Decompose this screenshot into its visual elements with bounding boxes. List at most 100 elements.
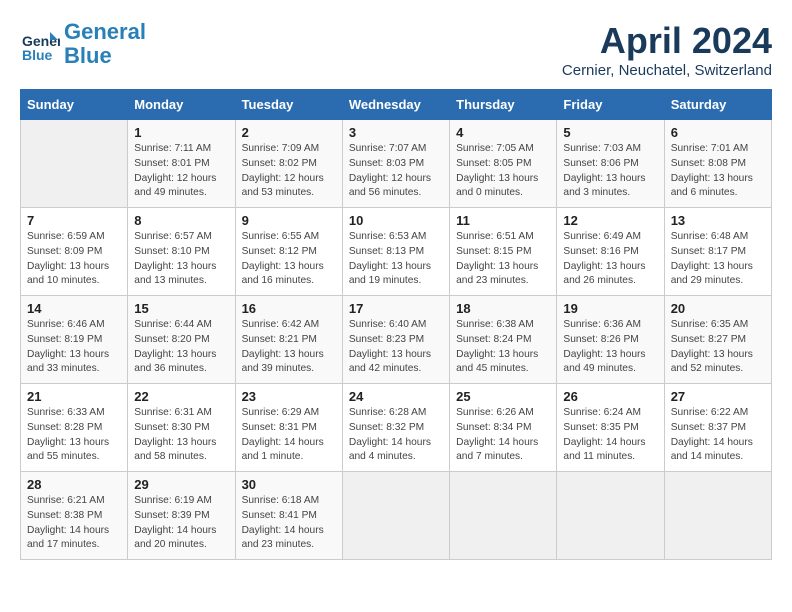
day-info: Sunrise: 6:46 AM Sunset: 8:19 PM Dayligh… (27, 318, 121, 377)
calendar-week-row: 21Sunrise: 6:33 AM Sunset: 8:28 PM Dayli… (21, 384, 772, 472)
day-info: Sunrise: 6:31 AM Sunset: 8:30 PM Dayligh… (134, 406, 228, 465)
day-info: Sunrise: 6:38 AM Sunset: 8:24 PM Dayligh… (456, 318, 550, 377)
day-info: Sunrise: 6:53 AM Sunset: 8:13 PM Dayligh… (349, 230, 443, 289)
day-info: Sunrise: 6:55 AM Sunset: 8:12 PM Dayligh… (242, 230, 336, 289)
day-info: Sunrise: 6:51 AM Sunset: 8:15 PM Dayligh… (456, 230, 550, 289)
day-info: Sunrise: 6:33 AM Sunset: 8:28 PM Dayligh… (27, 406, 121, 465)
day-info: Sunrise: 7:03 AM Sunset: 8:06 PM Dayligh… (563, 142, 657, 201)
calendar-week-row: 28 Sunrise: 6:21 AM Sunset: 8:38 PM Dayli… (21, 472, 772, 560)
calendar-day-cell: 2 Sunrise: 7:09 AM Sunset: 8:02 PM Daylig… (235, 120, 342, 208)
calendar-header-row: SundayMondayTuesdayWednesdayThursdayFrid… (21, 90, 772, 120)
day-number: 23 (242, 389, 336, 404)
logo-text: General Blue (64, 20, 146, 68)
day-info: Sunrise: 6:18 AM Sunset: 8:41 PM Dayligh… (242, 494, 336, 553)
day-info: Sunrise: 6:28 AM Sunset: 8:32 PM Dayligh… (349, 406, 443, 465)
calendar-day-cell: 21Sunrise: 6:33 AM Sunset: 8:28 PM Dayli… (21, 384, 128, 472)
calendar-body: 1 Sunrise: 7:11 AM Sunset: 8:01 PM Daylig… (21, 120, 772, 560)
day-number: 17 (349, 301, 443, 316)
weekday-header: Saturday (664, 90, 771, 120)
day-info: Sunrise: 7:01 AM Sunset: 8:08 PM Dayligh… (671, 142, 765, 201)
day-info: Sunrise: 6:57 AM Sunset: 8:10 PM Dayligh… (134, 230, 228, 289)
day-info: Sunrise: 6:35 AM Sunset: 8:27 PM Dayligh… (671, 318, 765, 377)
day-number: 29 (134, 477, 228, 492)
calendar-day-cell: 25Sunrise: 6:26 AM Sunset: 8:34 PM Dayli… (450, 384, 557, 472)
logo-line1: General (64, 19, 146, 44)
day-number: 3 (349, 125, 443, 140)
day-number: 5 (563, 125, 657, 140)
day-info: Sunrise: 6:59 AM Sunset: 8:09 PM Dayligh… (27, 230, 121, 289)
day-number: 20 (671, 301, 765, 316)
calendar-day-cell: 14 Sunrise: 6:46 AM Sunset: 8:19 PM Dayli… (21, 296, 128, 384)
weekday-header: Wednesday (342, 90, 449, 120)
calendar-day-cell (664, 472, 771, 560)
calendar-day-cell: 16 Sunrise: 6:42 AM Sunset: 8:21 PM Dayli… (235, 296, 342, 384)
day-info: Sunrise: 6:36 AM Sunset: 8:26 PM Dayligh… (563, 318, 657, 377)
calendar-day-cell: 30 Sunrise: 6:18 AM Sunset: 8:41 PM Dayli… (235, 472, 342, 560)
day-number: 8 (134, 213, 228, 228)
calendar-day-cell: 20 Sunrise: 6:35 AM Sunset: 8:27 PM Dayli… (664, 296, 771, 384)
calendar-day-cell: 7 Sunrise: 6:59 AM Sunset: 8:09 PM Daylig… (21, 208, 128, 296)
calendar-day-cell (21, 120, 128, 208)
day-number: 26 (563, 389, 657, 404)
day-number: 24 (349, 389, 443, 404)
day-info: Sunrise: 6:29 AM Sunset: 8:31 PM Dayligh… (242, 406, 336, 465)
calendar-day-cell: 4 Sunrise: 7:05 AM Sunset: 8:05 PM Daylig… (450, 120, 557, 208)
svg-text:Blue: Blue (22, 47, 53, 63)
weekday-header: Sunday (21, 90, 128, 120)
day-number: 7 (27, 213, 121, 228)
weekday-header: Monday (128, 90, 235, 120)
calendar-day-cell: 11Sunrise: 6:51 AM Sunset: 8:15 PM Dayli… (450, 208, 557, 296)
calendar-day-cell: 17Sunrise: 6:40 AM Sunset: 8:23 PM Dayli… (342, 296, 449, 384)
calendar-day-cell (557, 472, 664, 560)
calendar-day-cell (342, 472, 449, 560)
calendar-day-cell: 29 Sunrise: 6:19 AM Sunset: 8:39 PM Dayli… (128, 472, 235, 560)
day-number: 25 (456, 389, 550, 404)
calendar-day-cell: 10 Sunrise: 6:53 AM Sunset: 8:13 PM Dayli… (342, 208, 449, 296)
calendar-day-cell: 23 Sunrise: 6:29 AM Sunset: 8:31 PM Dayli… (235, 384, 342, 472)
day-info: Sunrise: 6:21 AM Sunset: 8:38 PM Dayligh… (27, 494, 121, 553)
day-number: 10 (349, 213, 443, 228)
day-number: 14 (27, 301, 121, 316)
calendar-week-row: 1 Sunrise: 7:11 AM Sunset: 8:01 PM Daylig… (21, 120, 772, 208)
day-info: Sunrise: 6:49 AM Sunset: 8:16 PM Dayligh… (563, 230, 657, 289)
calendar-day-cell: 19 Sunrise: 6:36 AM Sunset: 8:26 PM Dayli… (557, 296, 664, 384)
day-info: Sunrise: 6:22 AM Sunset: 8:37 PM Dayligh… (671, 406, 765, 465)
calendar-day-cell (450, 472, 557, 560)
calendar-day-cell: 5 Sunrise: 7:03 AM Sunset: 8:06 PM Daylig… (557, 120, 664, 208)
day-number: 19 (563, 301, 657, 316)
weekday-header: Friday (557, 90, 664, 120)
day-info: Sunrise: 6:42 AM Sunset: 8:21 PM Dayligh… (242, 318, 336, 377)
page-header: General Blue General Blue April 2024 Cer… (20, 20, 772, 79)
day-number: 12 (563, 213, 657, 228)
calendar-day-cell: 3 Sunrise: 7:07 AM Sunset: 8:03 PM Daylig… (342, 120, 449, 208)
day-number: 4 (456, 125, 550, 140)
day-info: Sunrise: 7:07 AM Sunset: 8:03 PM Dayligh… (349, 142, 443, 201)
calendar-week-row: 7 Sunrise: 6:59 AM Sunset: 8:09 PM Daylig… (21, 208, 772, 296)
day-number: 13 (671, 213, 765, 228)
day-info: Sunrise: 7:11 AM Sunset: 8:01 PM Dayligh… (134, 142, 228, 201)
day-info: Sunrise: 6:24 AM Sunset: 8:35 PM Dayligh… (563, 406, 657, 465)
calendar-week-row: 14 Sunrise: 6:46 AM Sunset: 8:19 PM Dayli… (21, 296, 772, 384)
calendar-day-cell: 26 Sunrise: 6:24 AM Sunset: 8:35 PM Dayli… (557, 384, 664, 472)
day-number: 16 (242, 301, 336, 316)
day-number: 9 (242, 213, 336, 228)
calendar-day-cell: 15Sunrise: 6:44 AM Sunset: 8:20 PM Dayli… (128, 296, 235, 384)
calendar-day-cell: 27Sunrise: 6:22 AM Sunset: 8:37 PM Dayli… (664, 384, 771, 472)
day-info: Sunrise: 7:09 AM Sunset: 8:02 PM Dayligh… (242, 142, 336, 201)
logo-line2: Blue (64, 43, 112, 68)
day-info: Sunrise: 7:05 AM Sunset: 8:05 PM Dayligh… (456, 142, 550, 201)
title-area: April 2024 Cernier, Neuchatel, Switzerla… (562, 20, 772, 79)
day-number: 28 (27, 477, 121, 492)
day-info: Sunrise: 6:48 AM Sunset: 8:17 PM Dayligh… (671, 230, 765, 289)
calendar-day-cell: 24 Sunrise: 6:28 AM Sunset: 8:32 PM Dayli… (342, 384, 449, 472)
location-subtitle: Cernier, Neuchatel, Switzerland (562, 62, 772, 79)
day-number: 1 (134, 125, 228, 140)
calendar-day-cell: 13 Sunrise: 6:48 AM Sunset: 8:17 PM Dayli… (664, 208, 771, 296)
day-number: 2 (242, 125, 336, 140)
logo: General Blue General Blue (20, 20, 146, 68)
day-number: 30 (242, 477, 336, 492)
day-number: 22 (134, 389, 228, 404)
day-info: Sunrise: 6:19 AM Sunset: 8:39 PM Dayligh… (134, 494, 228, 553)
calendar-day-cell: 1 Sunrise: 7:11 AM Sunset: 8:01 PM Daylig… (128, 120, 235, 208)
day-number: 18 (456, 301, 550, 316)
